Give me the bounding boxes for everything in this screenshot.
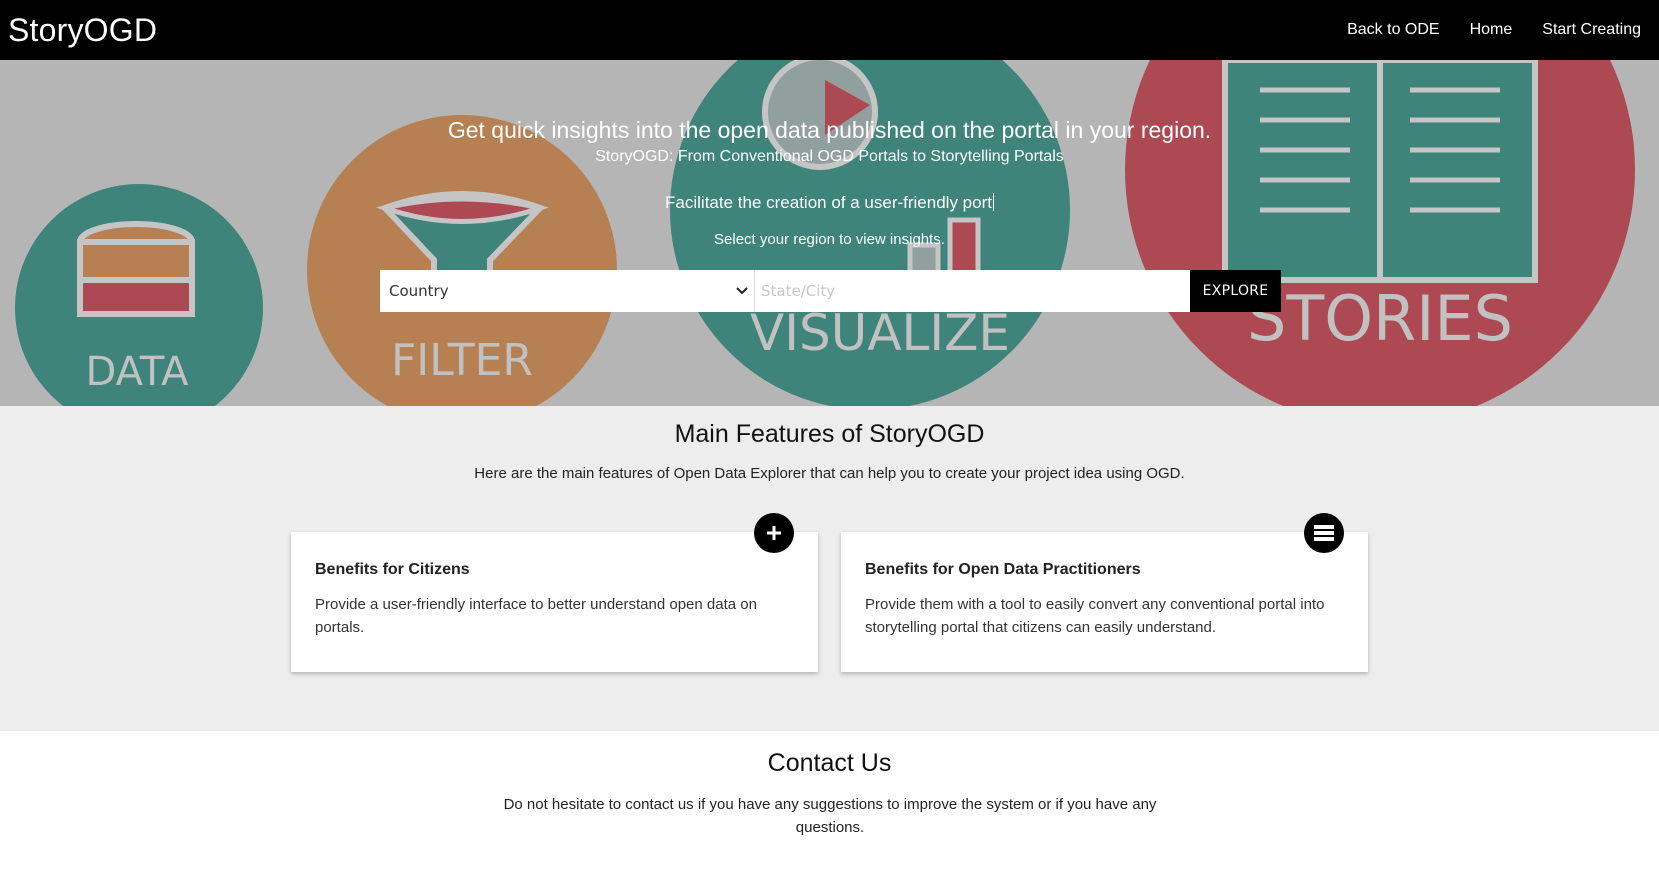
brand-logo[interactable]: StoryOGD <box>8 12 157 49</box>
explore-button[interactable]: EXPLORE <box>1190 270 1281 312</box>
hero-typing-text: Facilitate the creation of a user-friend… <box>0 193 1659 213</box>
features-title: Main Features of StoryOGD <box>674 420 985 448</box>
country-select-value: Country <box>389 282 449 300</box>
nav-start-creating-link[interactable]: Start Creating <box>1542 21 1641 39</box>
list-icon <box>1304 513 1344 553</box>
feature-card-practitioners: Benefits for Open Data Practitioners Pro… <box>841 513 1368 672</box>
feature-card-title: Benefits for Open Data Practitioners <box>865 561 1141 578</box>
feature-card-text: Provide them with a tool to easily conve… <box>865 596 1325 636</box>
feature-card-citizens: Benefits for Citizens Provide a user-fri… <box>291 513 818 672</box>
feature-card-text: Provide a user-friendly interface to bet… <box>315 596 757 636</box>
nav-home-link[interactable]: Home <box>1470 21 1513 39</box>
feature-card-title: Benefits for Citizens <box>315 561 470 578</box>
typing-text: Facilitate the creation of a user-friend… <box>665 193 992 212</box>
features-section: Main Features of StoryOGD Here are the m… <box>0 406 1659 731</box>
contact-title: Contact Us <box>767 749 892 777</box>
country-select[interactable]: Country <box>380 270 755 312</box>
nav-back-to-ode-link[interactable]: Back to ODE <box>1347 21 1439 39</box>
contact-section: Contact Us Do not hesitate to contact us… <box>0 731 1659 871</box>
hero-banner: DATA FILTER VISUALIZE STORIES Get quick … <box>0 60 1659 406</box>
contact-description: Do not hesitate to contact us if you hav… <box>503 796 1157 836</box>
top-navbar: StoryOGD Back to ODE Home Start Creating <box>0 0 1659 60</box>
text-caret <box>992 193 994 211</box>
state-city-input[interactable] <box>755 270 1190 312</box>
hero-title: Get quick insights into the open data pu… <box>447 117 1212 143</box>
hero-subtitle: StoryOGD: From Conventional OGD Portals … <box>595 148 1064 165</box>
nav-links: Back to ODE Home Start Creating <box>1347 21 1641 39</box>
chevron-down-icon <box>736 284 748 298</box>
plus-icon <box>754 513 794 553</box>
region-select-hint: Select your region to view insights. <box>714 231 945 248</box>
features-description: Here are the main features of Open Data … <box>474 465 1185 482</box>
region-search-form: Country EXPLORE <box>380 270 1281 312</box>
